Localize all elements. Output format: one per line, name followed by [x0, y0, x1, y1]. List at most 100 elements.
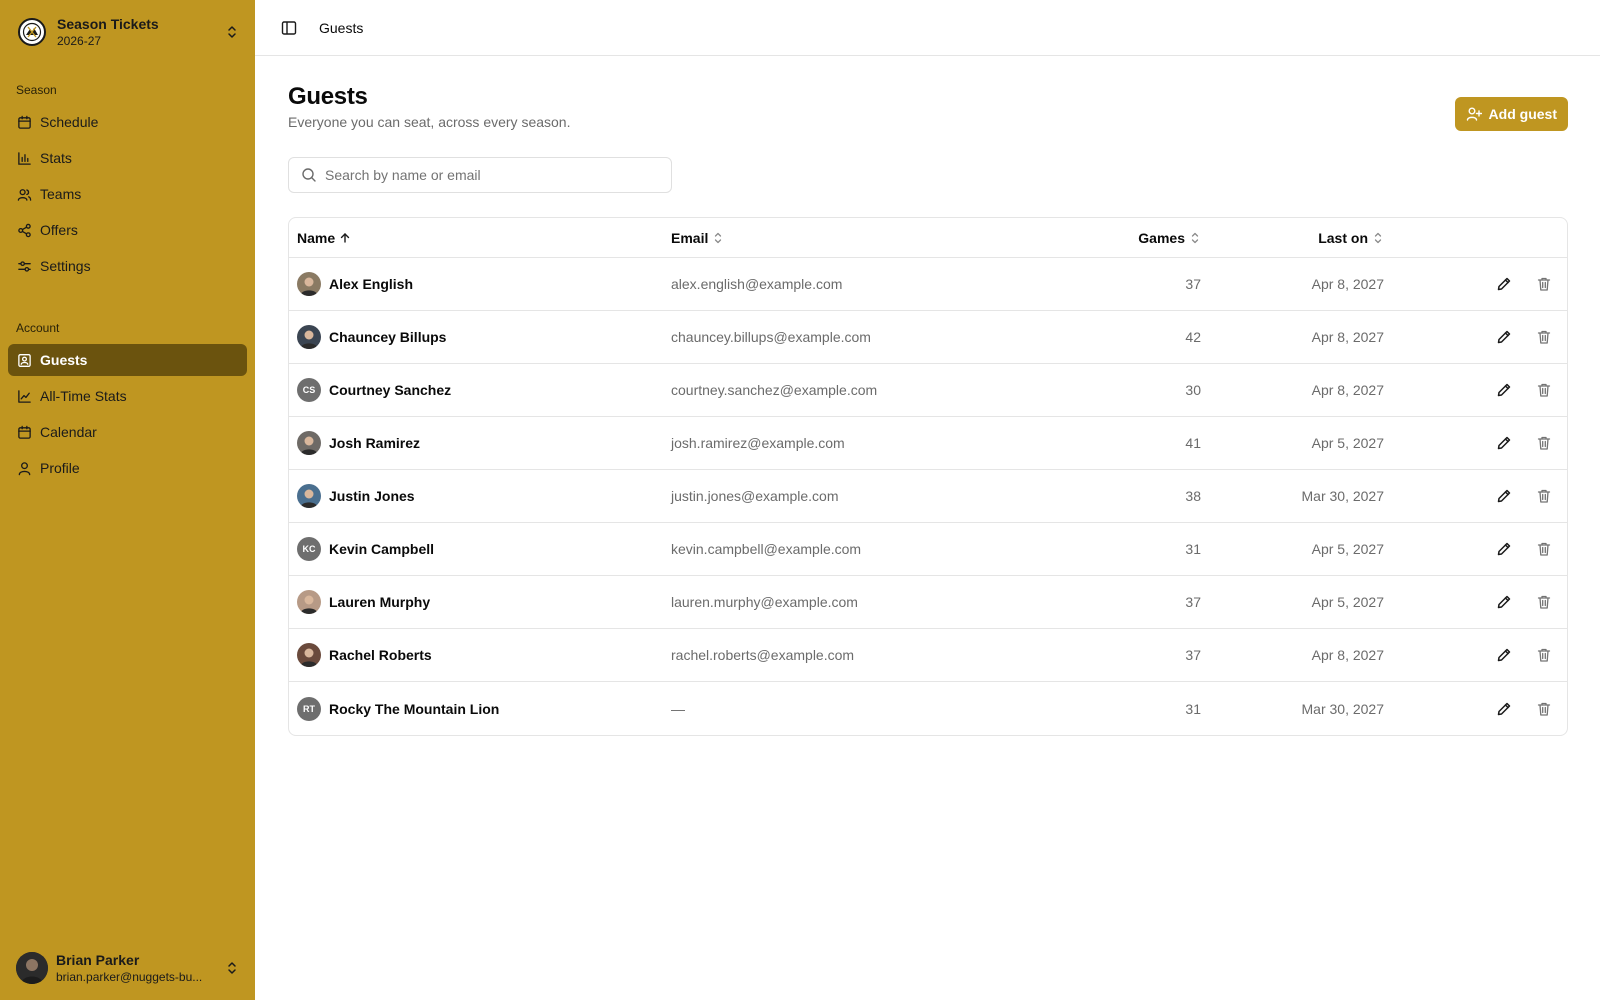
delete-guest-button[interactable]	[1531, 377, 1557, 403]
sort-by-email[interactable]: Email	[671, 230, 724, 246]
edit-guest-button[interactable]	[1491, 696, 1517, 722]
guest-last-on: Mar 30, 2027	[1301, 488, 1385, 504]
page-subtitle: Everyone you can seat, across every seas…	[288, 114, 571, 130]
pencil-icon	[1497, 489, 1511, 503]
avatar: CS	[297, 378, 321, 402]
pencil-icon	[1497, 542, 1511, 556]
search-input[interactable]	[325, 167, 659, 183]
avatar	[297, 272, 321, 296]
share-icon	[16, 222, 32, 238]
trash-icon	[1537, 277, 1551, 291]
delete-guest-button[interactable]	[1531, 324, 1557, 350]
chevrons-up-down-icon	[225, 23, 239, 41]
season-label: 2026-27	[57, 33, 102, 48]
trash-icon	[1537, 489, 1551, 503]
guest-games: 31	[1185, 541, 1201, 557]
line-chart-icon	[16, 388, 32, 404]
sidebar-item-label: All-Time Stats	[40, 388, 127, 404]
guest-last-on: Apr 5, 2027	[1311, 541, 1384, 557]
sort-by-games[interactable]: Games	[1138, 230, 1201, 246]
avatar	[297, 590, 321, 614]
edit-guest-button[interactable]	[1491, 589, 1517, 615]
table-row: Lauren Murphy lauren.murphy@example.com 37…	[289, 576, 1567, 629]
table-body: Alex English alex.english@example.com 37 Ap…	[289, 258, 1567, 735]
guest-name: Kevin Campbell	[329, 541, 435, 557]
guest-email: alex.english@example.com	[671, 276, 843, 292]
sidebar-item-label: Offers	[40, 222, 78, 238]
sidebar-item-label: Profile	[40, 460, 80, 476]
table-row: Justin Jones justin.jones@example.com 38 Ma…	[289, 470, 1567, 523]
chevrons-up-down-icon	[1191, 232, 1199, 243]
guest-name: Courtney Sanchez	[329, 382, 452, 398]
user-email: brian.parker@nuggets-bu...	[56, 969, 203, 984]
guest-games: 31	[1185, 700, 1201, 717]
season-section-label: Season	[16, 83, 57, 97]
avatar	[297, 325, 321, 349]
search-box[interactable]	[288, 157, 672, 193]
sidebar-item-stats[interactable]: Stats	[8, 142, 247, 174]
sidebar-item-guests[interactable]: Guests	[8, 344, 247, 376]
avatar	[297, 643, 321, 667]
pencil-icon	[1497, 436, 1511, 450]
edit-guest-button[interactable]	[1491, 430, 1517, 456]
sidebar-item-schedule[interactable]: Schedule	[8, 106, 247, 138]
calendar-icon	[16, 114, 32, 130]
add-guest-button[interactable]: Add guest	[1454, 97, 1568, 131]
pencil-icon	[1497, 648, 1511, 662]
edit-guest-button[interactable]	[1491, 483, 1517, 509]
trash-icon	[1537, 436, 1551, 450]
sort-by-name[interactable]: Name	[297, 230, 351, 246]
guest-last-on: Apr 8, 2027	[1311, 382, 1384, 398]
table-row: KC Kevin Campbell kevin.campbell@example.c…	[289, 523, 1567, 576]
team-switcher[interactable]: Season Tickets 2026-27	[0, 0, 255, 64]
guest-name: Chauncey Billups	[329, 329, 447, 345]
sidebar-item-teams[interactable]: Teams	[8, 178, 247, 210]
guest-games: 38	[1185, 488, 1201, 504]
user-menu[interactable]: Brian Parker brian.parker@nuggets-bu...	[0, 948, 255, 988]
sidebar-item-profile[interactable]: Profile	[8, 452, 247, 484]
sidebar-item-settings[interactable]: Settings	[8, 250, 247, 282]
sidebar-item-calendar[interactable]: Calendar	[8, 416, 247, 448]
delete-guest-button[interactable]	[1531, 589, 1557, 615]
pencil-icon	[1497, 330, 1511, 344]
guest-email: —	[671, 700, 685, 717]
table-row: Alex English alex.english@example.com 37 Ap…	[289, 258, 1567, 311]
sidebar-item-all-time-stats[interactable]: All-Time Stats	[8, 380, 247, 412]
edit-guest-button[interactable]	[1491, 642, 1517, 668]
sidebar-toggle-button[interactable]	[275, 14, 303, 42]
guest-last-on: Apr 5, 2027	[1311, 594, 1384, 610]
sidebar-item-offers[interactable]: Offers	[8, 214, 247, 246]
guest-last-on: Apr 8, 2027	[1311, 329, 1384, 345]
sliders-icon	[16, 258, 32, 274]
guest-games: 41	[1185, 435, 1201, 451]
guest-email: courtney.sanchez@example.com	[671, 382, 878, 398]
delete-guest-button[interactable]	[1531, 271, 1557, 297]
edit-guest-button[interactable]	[1491, 324, 1517, 350]
delete-guest-button[interactable]	[1531, 696, 1557, 722]
guest-name: Josh Ramirez	[329, 435, 421, 451]
team-logo-icon	[18, 18, 46, 46]
page-title: Guests	[288, 83, 368, 110]
trash-icon	[1537, 542, 1551, 556]
calendar-icon	[16, 424, 32, 440]
panel-left-icon	[281, 20, 297, 35]
delete-guest-button[interactable]	[1531, 483, 1557, 509]
delete-guest-button[interactable]	[1531, 536, 1557, 562]
user-icon	[16, 460, 32, 476]
avatar	[297, 431, 321, 455]
sort-by-last-on[interactable]: Last on	[1318, 230, 1384, 246]
avatar	[16, 952, 48, 984]
sidebar-item-label: Stats	[40, 150, 72, 166]
edit-guest-button[interactable]	[1491, 377, 1517, 403]
chevrons-up-down-icon	[715, 232, 722, 243]
edit-guest-button[interactable]	[1491, 536, 1517, 562]
guest-last-on: Apr 5, 2027	[1311, 435, 1384, 451]
table-header: Name Email Games Last on	[289, 218, 1567, 258]
delete-guest-button[interactable]	[1531, 430, 1557, 456]
main: Guests Guests Everyone you can seat, acr…	[255, 0, 1600, 1000]
sidebar-item-label: Guests	[40, 352, 88, 368]
delete-guest-button[interactable]	[1531, 642, 1557, 668]
guest-name: Lauren Murphy	[329, 594, 431, 610]
edit-guest-button[interactable]	[1491, 271, 1517, 297]
sidebar: Season Tickets 2026-27 Season Schedule St…	[0, 0, 255, 1000]
